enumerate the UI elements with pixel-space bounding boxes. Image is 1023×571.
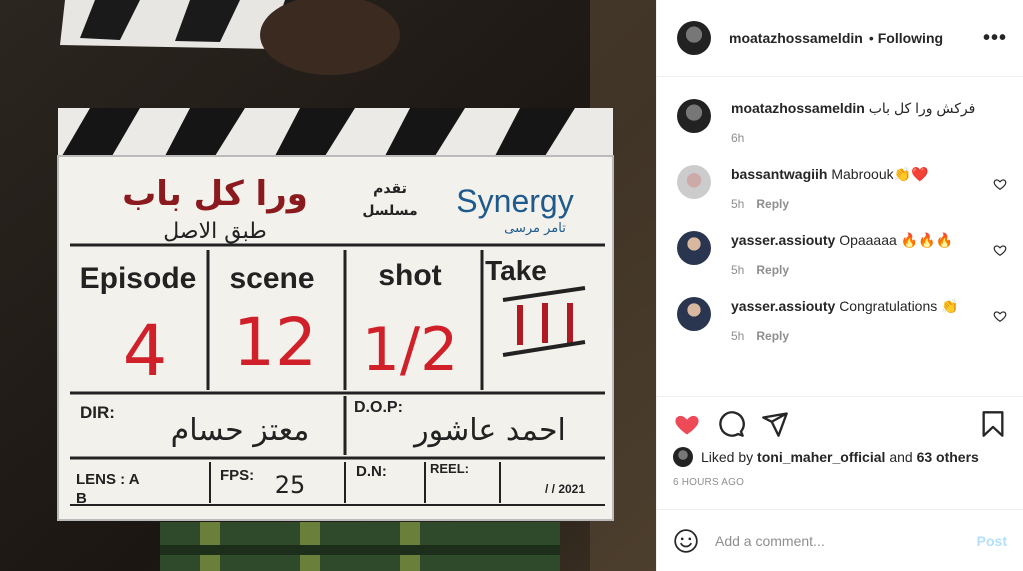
commenter-avatar[interactable]: [677, 165, 711, 199]
like-comment-icon[interactable]: [993, 309, 1007, 323]
add-comment-bar: Post: [657, 509, 1023, 571]
comment-item: yasser.assiouty Opaaaaa 🔥🔥🔥 5h Reply: [677, 231, 1007, 279]
likes-others-link[interactable]: 63 others: [917, 449, 979, 465]
caption-text: فركش ورا كل باب: [868, 100, 976, 116]
post-actions: Liked by toni_maher_official and 63 othe…: [657, 396, 1023, 509]
brand-sub: تامر مرسى: [504, 221, 566, 236]
label-episode: Episode: [80, 262, 197, 295]
reel-label: REEL:: [430, 461, 469, 476]
dop-label: D.O.P:: [354, 399, 403, 416]
commenter-avatar[interactable]: [677, 231, 711, 265]
more-options-icon[interactable]: •••: [983, 27, 1007, 50]
clapper-present: تقدم: [373, 181, 407, 197]
reply-button[interactable]: Reply: [756, 329, 789, 343]
liked-and: and: [889, 449, 913, 465]
fps-label: FPS:: [220, 467, 254, 484]
post-photo[interactable]: ورا كل باب طبق الاصل تقدم مسلسل Synergy …: [0, 0, 656, 571]
episode-value: 4: [123, 310, 168, 392]
label-take: Take: [485, 255, 547, 286]
caption-time[interactable]: 6h: [731, 131, 744, 145]
comment-text: Mabroouk👏❤️: [831, 166, 929, 182]
fps-value: 25: [275, 471, 306, 499]
dn-label: D.N:: [356, 463, 387, 480]
like-heart-icon[interactable]: [673, 410, 701, 438]
comment-item: bassantwagiih Mabroouk👏❤️ 5h Reply: [677, 165, 1007, 213]
comments-list[interactable]: moatazhossameldin فركش ورا كل باب 6h bas…: [657, 77, 1023, 396]
dop-value: احمد عاشور: [412, 413, 566, 448]
shot-value: 1/2: [362, 315, 459, 385]
label-scene: scene: [229, 262, 314, 295]
comment-time[interactable]: 5h: [731, 197, 744, 211]
clapper-title: ورا كل باب: [122, 174, 308, 214]
commenter-avatar[interactable]: [677, 297, 711, 331]
comment-item: yasser.assiouty Congratulations 👏 5h Repl…: [677, 297, 1007, 345]
dir-label: DIR:: [80, 403, 115, 422]
comment-text: Congratulations 👏: [839, 298, 959, 314]
date-value: / / 2021: [545, 482, 585, 496]
comment-text: Opaaaaa 🔥🔥🔥: [839, 232, 953, 248]
brand-logo: Synergy: [456, 183, 573, 219]
caption-username[interactable]: moatazhossameldin: [731, 100, 865, 116]
clapper-series: مسلسل: [362, 203, 417, 219]
commenter-username[interactable]: yasser.assiouty: [731, 232, 835, 248]
likes-summary: Liked by toni_maher_official and 63 othe…: [673, 447, 1007, 467]
comment-icon[interactable]: [717, 410, 745, 438]
dir-value: معتز حسام: [171, 413, 310, 448]
comment-time[interactable]: 5h: [731, 329, 744, 343]
clapperboard-image: ورا كل باب طبق الاصل تقدم مسلسل Synergy …: [0, 0, 656, 571]
author-avatar[interactable]: [677, 21, 711, 55]
share-icon[interactable]: [761, 410, 789, 438]
post-details-panel: moatazhossameldin • Following ••• moataz…: [656, 0, 1023, 571]
author-username[interactable]: moatazhossameldin: [729, 30, 863, 46]
commenter-username[interactable]: yasser.assiouty: [731, 298, 835, 314]
liker-username[interactable]: toni_maher_official: [757, 449, 885, 465]
post-header: moatazhossameldin • Following •••: [657, 0, 1023, 77]
comment-time[interactable]: 5h: [731, 263, 744, 277]
separator-dot: •: [868, 30, 874, 46]
comment-input[interactable]: [715, 532, 977, 549]
liked-by-prefix: Liked by: [701, 449, 754, 465]
lens-label: LENS : A: [76, 471, 140, 488]
post-timestamp[interactable]: 6 HOURS AGO: [673, 477, 1007, 488]
reply-button[interactable]: Reply: [756, 197, 789, 211]
lens-b: B: [76, 490, 87, 507]
following-button[interactable]: Following: [878, 30, 943, 46]
label-shot: shot: [378, 259, 441, 292]
post-comment-button[interactable]: Post: [977, 533, 1007, 549]
bookmark-icon[interactable]: [979, 410, 1007, 438]
caption: moatazhossameldin فركش ورا كل باب 6h: [677, 99, 1007, 147]
reply-button[interactable]: Reply: [756, 263, 789, 277]
emoji-icon[interactable]: [673, 528, 699, 554]
scene-value: 12: [233, 304, 317, 381]
commenter-username[interactable]: bassantwagiih: [731, 166, 827, 182]
like-comment-icon[interactable]: [993, 177, 1007, 191]
clapper-subtitle: طبق الاصل: [163, 219, 267, 244]
caption-avatar[interactable]: [677, 99, 711, 133]
like-comment-icon[interactable]: [993, 243, 1007, 257]
liker-avatar[interactable]: [673, 447, 693, 467]
